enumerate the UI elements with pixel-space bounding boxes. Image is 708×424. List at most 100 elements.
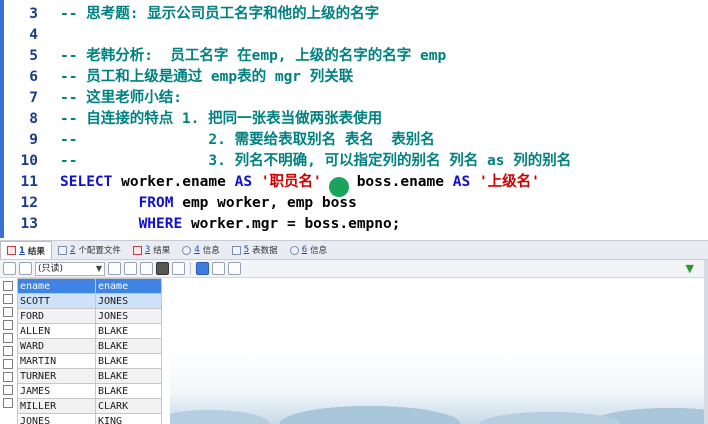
table-row[interactable]: MARTIN BLAKE: [17, 353, 162, 369]
table-cell[interactable]: BLAKE: [95, 353, 162, 369]
table-cell[interactable]: CLARK: [95, 398, 162, 414]
code-text: -- 3. 列名不明确, 可以指定列的别名 列名 as 列的别名: [60, 151, 571, 172]
edit-mode-value: (只读): [38, 263, 64, 274]
filter-icon[interactable]: ▼: [686, 262, 694, 275]
table-cell[interactable]: TURNER: [17, 368, 96, 384]
code-token: *: [121, 237, 138, 238]
code-token: AS: [234, 174, 261, 190]
text-mode-icon[interactable]: [228, 262, 241, 275]
code-token: -- 思考题: 显示公司员工名字和他的上级的名字: [60, 6, 380, 22]
row-checkbox[interactable]: [3, 333, 13, 343]
tab-6[interactable]: 6 信息: [284, 241, 333, 259]
code-line: 3 -- 思考题: 显示公司员工名字和他的上级的名字: [0, 4, 708, 25]
code-text: FROM emp worker, emp boss: [60, 193, 357, 214]
table-row[interactable]: TURNER BLAKE: [17, 368, 162, 384]
table-header-row: ename ename: [17, 278, 162, 294]
table-cell[interactable]: ALLEN: [17, 323, 96, 339]
paste-row-icon[interactable]: [124, 262, 137, 275]
row-checkbox[interactable]: [3, 320, 13, 330]
table-cell[interactable]: FORD: [17, 308, 96, 324]
code-token: emp;: [182, 237, 217, 238]
row-checkbox[interactable]: [3, 372, 13, 382]
code-line: 14 SELECT * FROM emp;: [0, 235, 708, 238]
row-checkbox[interactable]: [3, 385, 13, 395]
chevron-down-icon: ▼: [95, 263, 102, 273]
info-icon: [182, 245, 192, 255]
table-row[interactable]: ALLEN BLAKE: [17, 323, 162, 339]
code-text: SELECT worker.ename AS '职员名' , boss.enam…: [60, 172, 540, 193]
form-mode-icon[interactable]: [212, 262, 225, 275]
row-checkbox[interactable]: [3, 398, 13, 408]
table-cell[interactable]: SCOTT: [17, 293, 96, 309]
tab-2[interactable]: 2 个配置文件: [52, 241, 127, 259]
column-header[interactable]: ename: [95, 278, 162, 294]
edit-mode-select[interactable]: (只读) ▼: [35, 261, 105, 276]
row-checkbox[interactable]: [3, 359, 13, 369]
result-tabs: 1 结果 2 个配置文件 3 结果 4 信息 5 表数据 6 信息: [0, 240, 708, 260]
mouse-cursor-indicator: [329, 177, 349, 197]
code-text: -- 老韩分析: 员工名字 在emp, 上级的名字的名字 emp: [60, 46, 446, 67]
code-token: -- 自连接的特点 1. 把同一张表当做两张表使用: [60, 111, 383, 127]
code-token: -- 员工和上级是通过 emp表的 mgr 列关联: [60, 69, 354, 85]
table-cell[interactable]: JONES: [95, 308, 162, 324]
export-icon[interactable]: [19, 262, 32, 275]
line-number: 3: [29, 6, 38, 22]
table-cell[interactable]: BLAKE: [95, 323, 162, 339]
code-token: WHERE: [60, 216, 191, 232]
code-token: '职员名': [260, 174, 322, 190]
grid-mode-icon[interactable]: [196, 262, 209, 275]
tab-3[interactable]: 3 结果: [127, 241, 176, 259]
table-row[interactable]: JONES KING: [17, 413, 162, 424]
row-checkbox[interactable]: [3, 294, 13, 304]
tab-1[interactable]: 1 结果: [0, 241, 52, 259]
table-cell[interactable]: BLAKE: [95, 368, 162, 384]
result-grid-icon: [7, 246, 16, 255]
line-number: 5: [29, 48, 38, 64]
select-all-checkbox[interactable]: [3, 281, 13, 291]
table-cell[interactable]: JAMES: [17, 383, 96, 399]
code-text: -- 员工和上级是通过 emp表的 mgr 列关联: [60, 67, 353, 88]
code-token: -- 这里老师小结:: [60, 90, 182, 106]
table-cell[interactable]: JONES: [17, 413, 96, 424]
table-cell[interactable]: MILLER: [17, 398, 96, 414]
code-token: FROM: [139, 237, 183, 238]
toolbar-divider: [190, 262, 191, 275]
refresh-icon[interactable]: [172, 262, 185, 275]
table-row[interactable]: JAMES BLAKE: [17, 383, 162, 399]
table-cell[interactable]: BLAKE: [95, 338, 162, 354]
code-token: -- 老韩分析: 员工名字 在emp, 上级的名字的名字 emp: [60, 48, 447, 64]
delete-icon[interactable]: [156, 262, 169, 275]
table-row[interactable]: WARD BLAKE: [17, 338, 162, 354]
table-cell[interactable]: KING: [95, 413, 162, 424]
line-number: 4: [29, 27, 38, 43]
table-cell[interactable]: MARTIN: [17, 353, 96, 369]
profile-icon: [57, 245, 67, 255]
tab-5[interactable]: 5 表数据: [226, 241, 284, 259]
column-header[interactable]: ename: [17, 278, 96, 294]
table-cell[interactable]: BLAKE: [95, 383, 162, 399]
code-text: SELECT * FROM emp;: [60, 235, 217, 238]
code-text: -- 2. 需要给表取别名 表名 表别名: [60, 130, 435, 151]
grid-view-icon[interactable]: [3, 262, 16, 275]
copy-row-icon[interactable]: [108, 262, 121, 275]
code-text: -- 思考题: 显示公司员工名字和他的上级的名字: [60, 4, 379, 25]
line-number: 6: [29, 69, 38, 85]
result-table: ename ename SCOTT JONES FORD JONES ALLEN BLAKE…: [17, 278, 162, 424]
table-row[interactable]: MILLER CLARK: [17, 398, 162, 414]
row-checkbox[interactable]: [3, 346, 13, 356]
code-line: 13 WHERE worker.mgr = boss.empno;: [0, 214, 708, 235]
scrollbar[interactable]: [704, 260, 708, 424]
code-token: SELECT: [60, 237, 121, 238]
code-line: 7 -- 这里老师小结:: [0, 88, 708, 109]
code-token: emp worker, emp boss: [182, 195, 357, 211]
table-cell[interactable]: JONES: [95, 293, 162, 309]
tab-label: 表数据: [252, 246, 278, 256]
table-row[interactable]: SCOTT JONES: [17, 293, 162, 309]
table-row[interactable]: FORD JONES: [17, 308, 162, 324]
row-checkbox[interactable]: [3, 307, 13, 317]
tab-4[interactable]: 4 信息: [176, 241, 225, 259]
result-toolbar: (只读) ▼ ▼: [0, 260, 708, 278]
table-cell[interactable]: WARD: [17, 338, 96, 354]
sql-editor[interactable]: 3 -- 思考题: 显示公司员工名字和他的上级的名字 4 5 -- 老韩分析: 员工名字…: [0, 0, 708, 238]
save-icon[interactable]: [140, 262, 153, 275]
